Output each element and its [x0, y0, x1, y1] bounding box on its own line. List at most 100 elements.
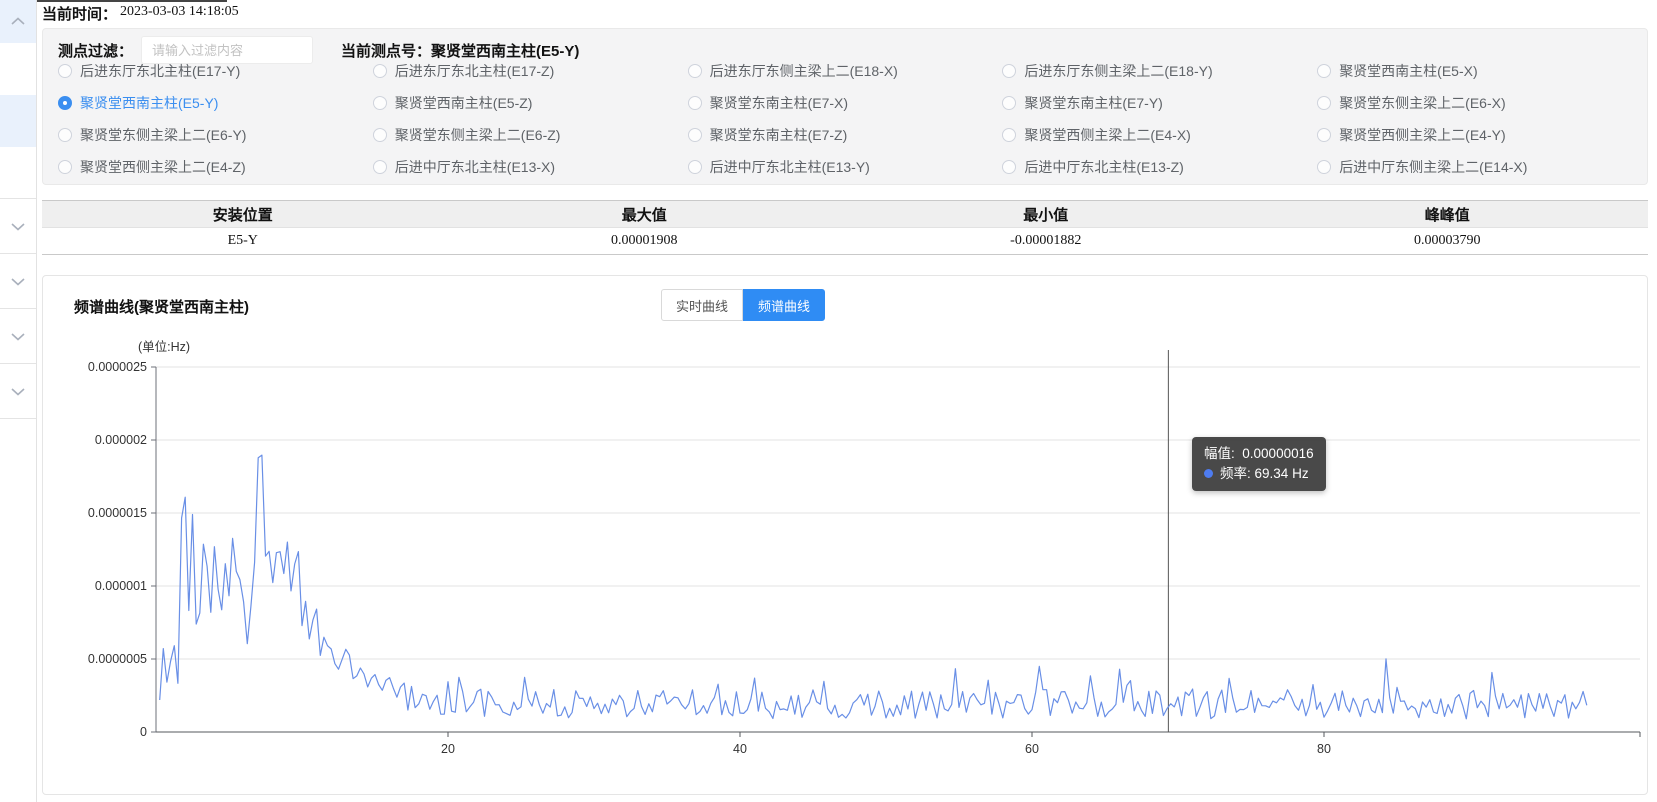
stats-table-header: 安装位置最大值最小值峰峰值	[42, 201, 1648, 228]
measure-point-option[interactable]: 后进东厅东北主柱(E17-Z)	[373, 55, 688, 87]
radio-icon[interactable]	[1317, 96, 1331, 110]
measure-point-option-label: 后进中厅东北主柱(E13-Z)	[1024, 157, 1183, 177]
stats-value-cell: E5-Y	[42, 233, 444, 249]
radio-icon[interactable]	[1002, 64, 1016, 78]
measure-point-option[interactable]: 聚贤堂西南主柱(E5-Y)	[58, 87, 373, 119]
sidebar-cell	[0, 147, 36, 198]
chevron-down-icon	[10, 222, 26, 231]
radio-icon[interactable]	[688, 128, 702, 142]
radio-icon[interactable]	[1002, 96, 1016, 110]
measure-point-option-label: 后进东厅东北主柱(E17-Y)	[80, 61, 240, 81]
radio-icon[interactable]	[58, 64, 72, 78]
measure-point-option-label: 后进东厅东侧主梁上二(E18-X)	[710, 61, 898, 81]
measure-point-option-label: 后进东厅东北主柱(E17-Z)	[395, 61, 554, 81]
measure-point-option[interactable]: 聚贤堂东侧主梁上二(E6-Y)	[58, 119, 373, 151]
stats-value-cell: 0.00001908	[444, 233, 846, 249]
measure-point-option-label: 聚贤堂西侧主梁上二(E4-X)	[1024, 125, 1190, 145]
sidebar-cell	[0, 43, 36, 95]
radio-icon[interactable]	[373, 128, 387, 142]
stats-table: 安装位置最大值最小值峰峰值 E5-Y0.00001908-0.000018820…	[42, 200, 1648, 255]
tooltip-frequency-line: 频率: 69.34 Hz	[1204, 464, 1314, 484]
radio-icon[interactable]	[58, 96, 72, 110]
tooltip-amplitude-line: 幅值: 0.00000016	[1204, 444, 1314, 464]
measure-point-option[interactable]: 聚贤堂东南主柱(E7-Z)	[688, 119, 1003, 151]
radio-icon[interactable]	[373, 96, 387, 110]
sidebar-expand-cell[interactable]	[0, 253, 36, 308]
measure-point-option-label: 聚贤堂东侧主梁上二(E6-Y)	[80, 125, 246, 145]
measure-point-option[interactable]: 后进东厅东侧主梁上二(E18-X)	[688, 55, 1003, 87]
measure-point-option-label: 后进东厅东侧主梁上二(E18-Y)	[1024, 61, 1212, 81]
chevron-up-icon	[10, 17, 26, 26]
chevron-down-icon	[10, 387, 26, 396]
measure-point-option-label: 聚贤堂东南主柱(E7-Z)	[710, 125, 848, 145]
current-time-label: 当前时间：	[42, 3, 117, 24]
sidebar-expand-cell[interactable]	[0, 308, 36, 363]
stats-header-cell: 最小值	[845, 204, 1247, 225]
measure-point-option[interactable]: 聚贤堂东侧主梁上二(E6-X)	[1317, 87, 1632, 119]
radio-icon[interactable]	[1317, 64, 1331, 78]
measure-point-option-label: 后进中厅东北主柱(E13-X)	[395, 157, 555, 177]
measure-point-list: 后进东厅东北主柱(E17-Y) 后进东厅东北主柱(E17-Z) 后进东厅东侧主梁上二…	[43, 55, 1647, 183]
measure-point-option-label: 聚贤堂东侧主梁上二(E6-Z)	[395, 125, 561, 145]
measure-point-option-label: 后进中厅东北主柱(E13-Y)	[710, 157, 870, 177]
radio-icon[interactable]	[373, 160, 387, 174]
chart-tooltip: 幅值: 0.00000016 频率: 69.34 Hz	[1192, 437, 1326, 491]
measure-point-option-label: 聚贤堂西南主柱(E5-X)	[1339, 61, 1477, 81]
series-marker-dot	[1204, 469, 1213, 478]
measure-point-option[interactable]: 后进中厅东北主柱(E13-Z)	[1002, 151, 1317, 183]
measure-point-option[interactable]: 聚贤堂西侧主梁上二(E4-Z)	[58, 151, 373, 183]
radio-icon[interactable]	[1317, 160, 1331, 174]
sidebar-divider	[0, 418, 36, 419]
chevron-down-icon	[10, 332, 26, 341]
measure-point-option-label: 聚贤堂东南主柱(E7-Y)	[1024, 93, 1162, 113]
measure-point-option[interactable]: 后进中厅东北主柱(E13-Y)	[688, 151, 1003, 183]
sidebar-expand-cell[interactable]	[0, 198, 36, 253]
measure-point-option[interactable]: 后进东厅东侧主梁上二(E18-Y)	[1002, 55, 1317, 87]
measure-point-option-label: 聚贤堂西侧主梁上二(E4-Z)	[80, 157, 246, 177]
measure-point-option[interactable]: 后进东厅东北主柱(E17-Y)	[58, 55, 373, 87]
sidebar-highlight-cell[interactable]	[0, 95, 36, 147]
radio-icon[interactable]	[688, 160, 702, 174]
radio-icon[interactable]	[373, 64, 387, 78]
left-sidebar	[0, 0, 37, 802]
measure-point-option[interactable]: 后进中厅东北主柱(E13-X)	[373, 151, 688, 183]
stats-table-row: E5-Y0.00001908-0.000018820.00003790	[42, 228, 1648, 254]
measure-point-option[interactable]: 聚贤堂西南主柱(E5-X)	[1317, 55, 1632, 87]
measure-point-option[interactable]: 后进中厅东侧主梁上二(E14-X)	[1317, 151, 1632, 183]
measure-point-option[interactable]: 聚贤堂西南主柱(E5-Z)	[373, 87, 688, 119]
measure-point-option[interactable]: 聚贤堂东南主柱(E7-X)	[688, 87, 1003, 119]
tab-spectrum-curve[interactable]: 频谱曲线	[743, 289, 825, 321]
radio-icon[interactable]	[688, 64, 702, 78]
stats-value-cell: -0.00001882	[845, 233, 1247, 249]
measure-point-option-label: 聚贤堂东南主柱(E7-X)	[710, 93, 848, 113]
radio-icon[interactable]	[1002, 160, 1016, 174]
tab-realtime-curve[interactable]: 实时曲线	[661, 289, 743, 321]
current-time-value: 2023-03-03 14:18:05	[120, 4, 239, 20]
stats-header-cell: 最大值	[444, 204, 846, 225]
stats-value-cell: 0.00003790	[1247, 233, 1649, 249]
radio-icon[interactable]	[1317, 128, 1331, 142]
measure-point-option-label: 后进中厅东侧主梁上二(E14-X)	[1339, 157, 1527, 177]
stats-header-cell: 安装位置	[42, 204, 444, 225]
chevron-down-icon	[10, 277, 26, 286]
stats-header-cell: 峰峰值	[1247, 204, 1649, 225]
radio-icon[interactable]	[58, 128, 72, 142]
sidebar-expand-cell[interactable]	[0, 363, 36, 418]
chart-title: 频谱曲线(聚贤堂西南主柱)	[74, 296, 249, 317]
radio-icon[interactable]	[58, 160, 72, 174]
radio-icon[interactable]	[1002, 128, 1016, 142]
measure-point-option-label: 聚贤堂东侧主梁上二(E6-X)	[1339, 93, 1505, 113]
radio-icon[interactable]	[688, 96, 702, 110]
measure-point-option[interactable]: 聚贤堂西侧主梁上二(E4-Y)	[1317, 119, 1632, 151]
top-edge-bar	[37, 0, 227, 2]
spectrum-chart-card: 频谱曲线(聚贤堂西南主柱) 实时曲线 频谱曲线	[42, 275, 1648, 795]
measure-point-option[interactable]: 聚贤堂东南主柱(E7-Y)	[1002, 87, 1317, 119]
measure-point-option[interactable]: 聚贤堂西侧主梁上二(E4-X)	[1002, 119, 1317, 151]
measure-point-option[interactable]: 聚贤堂东侧主梁上二(E6-Z)	[373, 119, 688, 151]
measure-point-option-label: 聚贤堂西侧主梁上二(E4-Y)	[1339, 125, 1505, 145]
measure-point-option-label: 聚贤堂西南主柱(E5-Y)	[80, 93, 218, 113]
measure-point-filter-panel: 测点过滤： 当前测点号： 聚贤堂西南主柱(E5-Y) 后进东厅东北主柱(E17-…	[42, 28, 1648, 185]
curve-tab-group: 实时曲线 频谱曲线	[661, 289, 825, 321]
sidebar-collapse-cell[interactable]	[0, 0, 36, 43]
measure-point-option-label: 聚贤堂西南主柱(E5-Z)	[395, 93, 533, 113]
